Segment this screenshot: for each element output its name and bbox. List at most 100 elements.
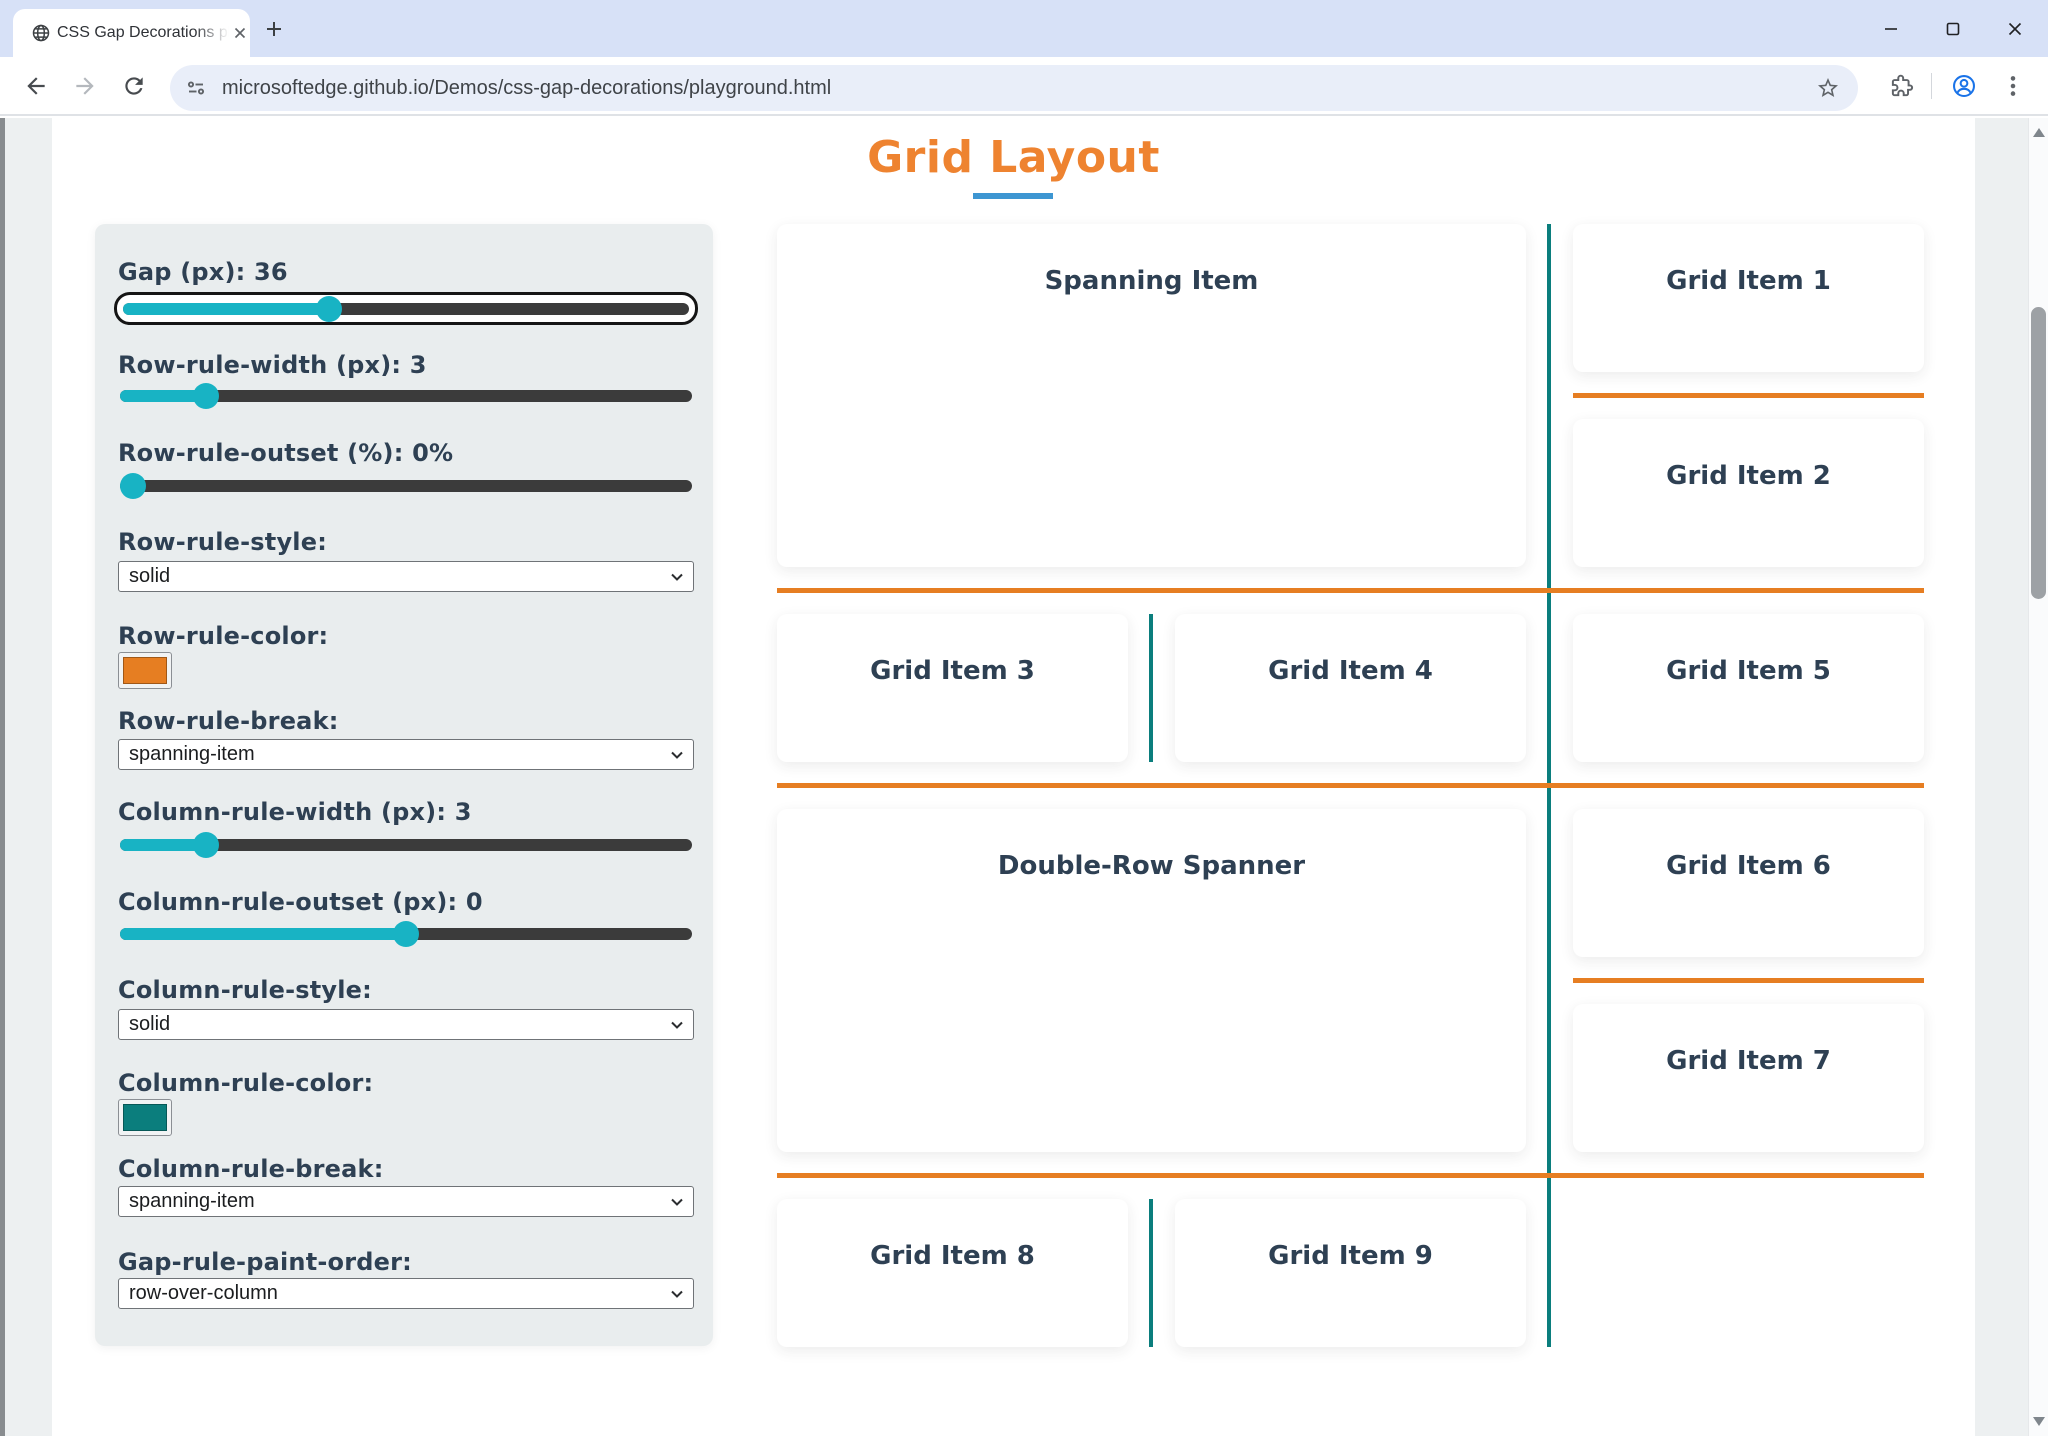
grid-card-spanning-item: Spanning Item [777, 224, 1526, 567]
tab-title: CSS Gap Decorations playgroun [57, 9, 229, 57]
column-rule-outset-fill [120, 928, 406, 940]
column-rule-break-value: spanning-item [129, 1187, 255, 1215]
column-rule-outset-slider[interactable] [120, 928, 692, 940]
toolbar-separator [1931, 73, 1932, 99]
grid-card-item-6: Grid Item 6 [1573, 809, 1924, 957]
forward-button[interactable] [72, 73, 98, 99]
column-rule-width-slider[interactable] [120, 839, 692, 851]
url-text[interactable]: microsoftedge.github.io/Demos/css-gap-de… [222, 65, 831, 111]
profile-avatar-icon[interactable] [1951, 73, 1977, 99]
scrollbar-down-arrow[interactable] [2033, 1417, 2045, 1426]
row-rule-style-select[interactable]: solid [118, 561, 694, 592]
grid-card-label: Grid Item 7 [1666, 1046, 1831, 1076]
browser-tab[interactable]: CSS Gap Decorations playgroun [13, 9, 250, 57]
browser-toolbar: microsoftedge.github.io/Demos/css-gap-de… [0, 57, 2048, 116]
row-rule-break-select[interactable]: spanning-item [118, 739, 694, 770]
column-rule-break-select[interactable]: spanning-item [118, 1186, 694, 1217]
window-left-edge [0, 118, 5, 1436]
row-rule-outset-thumb[interactable] [120, 473, 146, 499]
chevron-down-icon [669, 747, 685, 763]
column-rule-segment-row6 [1149, 1199, 1153, 1347]
row-rule-outset-slider[interactable] [120, 480, 692, 492]
row-rule-full-1 [777, 588, 1924, 593]
scrollbar-thumb[interactable] [2031, 307, 2046, 599]
row-rule-style-label: Row-rule-style: [118, 528, 327, 556]
gap-rule-paint-order-label: Gap-rule-paint-order: [118, 1248, 412, 1276]
page-title: Grid Layout [52, 132, 1975, 183]
gap-slider-track[interactable] [123, 303, 689, 315]
grid-card-item-9: Grid Item 9 [1175, 1199, 1526, 1347]
globe-favicon-icon [31, 23, 51, 43]
grid-card-item-7: Grid Item 7 [1573, 1004, 1924, 1152]
chevron-down-icon [669, 569, 685, 585]
grid-card-double-row-spanner: Double-Row Spanner [777, 809, 1526, 1152]
reload-button[interactable] [121, 73, 147, 99]
bookmark-star-icon[interactable] [1816, 76, 1840, 100]
browser-window: CSS Gap Decorations playgroun [0, 0, 2048, 1436]
column-rule-color-picker[interactable] [118, 1099, 172, 1136]
row-rule-width-slider[interactable] [120, 390, 692, 402]
grid-card-label: Grid Item 5 [1666, 656, 1831, 686]
title-underline [973, 193, 1053, 199]
column-rule-outset-thumb[interactable] [393, 921, 419, 947]
column-rule-color-label: Column-rule-color: [118, 1069, 373, 1097]
site-settings-icon[interactable] [184, 76, 208, 100]
row-rule-full-2 [777, 783, 1924, 788]
column-rule-width-thumb[interactable] [193, 832, 219, 858]
row-rule-segment-col3-top [1573, 393, 1924, 398]
column-rule-width-label: Column-rule-width (px): 3 [118, 798, 472, 826]
row-rule-color-swatch [123, 657, 167, 684]
grid-card-item-3: Grid Item 3 [777, 614, 1128, 762]
column-rule-segment-row3 [1149, 614, 1153, 762]
chevron-down-icon [669, 1286, 685, 1302]
grid-card-label: Grid Item 9 [1268, 1241, 1433, 1271]
row-rule-color-picker[interactable] [118, 652, 172, 689]
grid-card-label: Grid Item 2 [1666, 461, 1831, 491]
column-rule-break-label: Column-rule-break: [118, 1155, 384, 1183]
column-rule-color-swatch [123, 1104, 167, 1131]
row-rule-width-thumb[interactable] [193, 383, 219, 409]
gap-slider-label: Gap (px): 36 [118, 258, 288, 286]
new-tab-button[interactable] [262, 17, 286, 41]
page-scrollbar[interactable] [2028, 118, 2048, 1436]
tab-close-icon[interactable] [231, 24, 249, 42]
grid-card-label: Spanning Item [1045, 266, 1259, 296]
row-rule-segment-col3-mid [1573, 978, 1924, 983]
tab-strip: CSS Gap Decorations playgroun [0, 0, 2048, 57]
gap-slider[interactable] [114, 292, 698, 325]
scrollbar-up-arrow[interactable] [2033, 128, 2045, 137]
grid-card-label: Grid Item 6 [1666, 851, 1831, 881]
grid-card-item-8: Grid Item 8 [777, 1199, 1128, 1347]
row-rule-full-3 [777, 1173, 1924, 1178]
gap-slider-fill [123, 303, 327, 315]
window-minimize-button[interactable] [1883, 21, 1899, 37]
row-rule-width-label: Row-rule-width (px): 3 [118, 351, 427, 379]
grid-card-item-1: Grid Item 1 [1573, 224, 1924, 372]
back-button[interactable] [23, 73, 49, 99]
column-rule-style-label: Column-rule-style: [118, 976, 372, 1004]
grid-card-item-2: Grid Item 2 [1573, 419, 1924, 567]
chevron-down-icon [669, 1194, 685, 1210]
window-close-button[interactable] [2007, 21, 2023, 37]
grid-card-label: Grid Item 3 [870, 656, 1035, 686]
row-rule-color-label: Row-rule-color: [118, 622, 328, 650]
extensions-icon[interactable] [1888, 73, 1914, 99]
gap-rule-paint-order-value: row-over-column [129, 1279, 278, 1307]
browser-menu-icon[interactable] [2000, 73, 2026, 99]
gap-slider-thumb[interactable] [316, 296, 342, 322]
chevron-down-icon [669, 1017, 685, 1033]
window-maximize-button[interactable] [1945, 21, 1961, 37]
row-rule-break-label: Row-rule-break: [118, 707, 339, 735]
column-rule-style-select[interactable]: solid [118, 1009, 694, 1040]
grid-card-label: Double-Row Spanner [998, 851, 1305, 881]
grid-card-item-5: Grid Item 5 [1573, 614, 1924, 762]
column-rule-style-value: solid [129, 1010, 170, 1038]
row-rule-break-value: spanning-item [129, 740, 255, 768]
row-rule-style-value: solid [129, 562, 170, 590]
grid-demo-container: Spanning Item Grid Item 1 Grid Item 2 Gr… [777, 224, 1924, 1347]
column-rule-outset-label: Column-rule-outset (px): 0 [118, 888, 483, 916]
gap-rule-paint-order-select[interactable]: row-over-column [118, 1278, 694, 1309]
url-bar[interactable]: microsoftedge.github.io/Demos/css-gap-de… [170, 65, 1858, 111]
grid-card-item-4: Grid Item 4 [1175, 614, 1526, 762]
grid-card-label: Grid Item 1 [1666, 266, 1831, 296]
